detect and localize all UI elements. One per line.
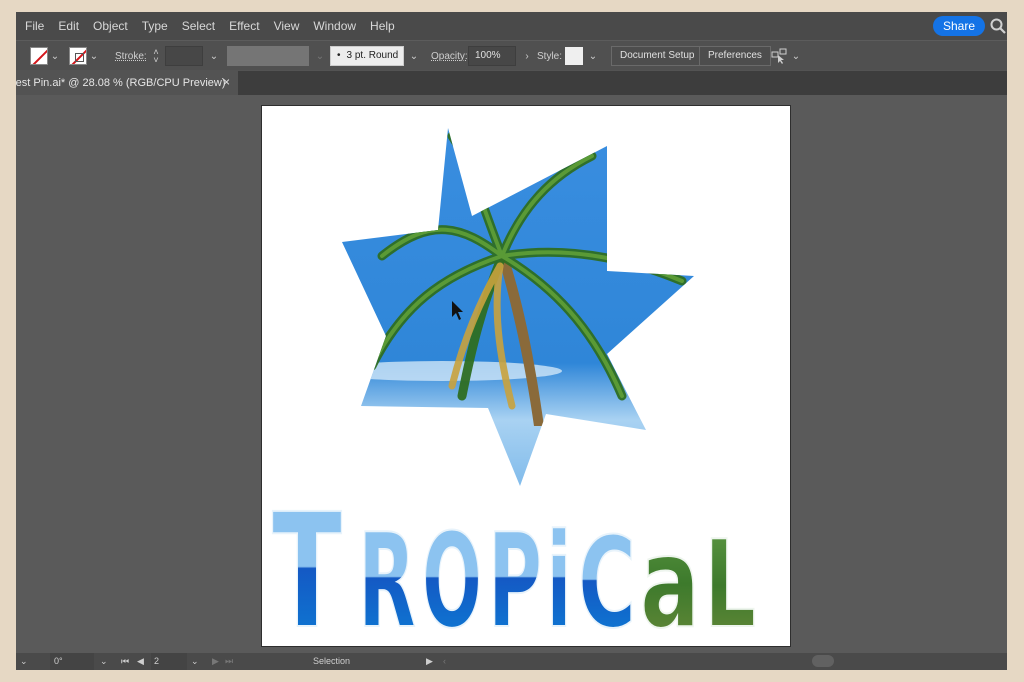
artboard-number-field[interactable]: 2 [151,653,187,670]
style-dropdown-icon[interactable]: ⌄ [586,51,600,62]
menu-help[interactable]: Help [363,12,402,40]
headline-letter-i: i [546,505,572,646]
stroke-label[interactable]: Stroke: [115,51,147,62]
document-tab-bar: rest Pin.ai* @ 28.08 % (RGB/CPU Preview)… [16,71,1007,95]
next-artboard-icon[interactable]: ▶ [212,653,219,670]
rotate-dropdown-icon[interactable]: ⌄ [100,653,108,670]
artboard[interactable]: T R O P i C a L [262,106,790,646]
menu-object[interactable]: Object [86,12,135,40]
illustrator-window: File Edit Object Type Select Effect View… [16,12,1007,670]
headline-letter-r: R [358,505,416,646]
brush-bullet-icon: • [337,50,341,61]
opacity-input[interactable]: 100% [468,46,516,66]
document-tab[interactable]: rest Pin.ai* @ 28.08 % (RGB/CPU Preview)… [16,71,238,95]
headline-letter-t: T [272,480,342,646]
menu-type[interactable]: Type [135,12,175,40]
canvas-area[interactable]: T R O P i C a L [16,95,1007,653]
menu-edit[interactable]: Edit [51,12,86,40]
tropical-headline[interactable]: T R O P i C a L [262,466,790,646]
headline-letter-a: a [640,511,700,646]
scroll-left-icon[interactable]: ‹ [443,653,446,670]
menu-effect[interactable]: Effect [222,12,266,40]
arrange-dropdown-icon[interactable]: ⌄ [789,51,803,62]
stroke-swatch[interactable] [69,47,87,65]
star-palm-image[interactable] [262,106,790,506]
menu-select[interactable]: Select [175,12,222,40]
style-label: Style: [537,50,563,62]
search-icon[interactable] [989,17,1007,35]
document-setup-button[interactable]: Document Setup [611,46,704,66]
stroke-weight-dropdown-icon[interactable]: ⌄ [207,51,221,62]
headline-letter-p: P [488,505,542,646]
stroke-weight-stepper-icon[interactable]: ˄ ˅ [149,48,163,65]
profile-dropdown-icon[interactable]: ⌄ [313,51,327,62]
fill-swatch[interactable] [30,47,48,65]
previous-artboard-icon[interactable]: ◀ [137,653,144,670]
menu-bar: File Edit Object Type Select Effect View… [16,12,1007,40]
headline-letter-c: C [578,511,636,646]
brush-dropdown-icon[interactable]: ⌄ [407,51,421,62]
share-button[interactable]: Share [932,16,985,36]
arrange-documents-icon[interactable] [771,48,789,64]
document-tab-title: rest Pin.ai* @ 28.08 % (RGB/CPU Preview) [16,77,226,89]
stroke-weight-input[interactable] [165,46,203,66]
menu-view[interactable]: View [267,12,307,40]
control-bar: ⌄ ⌄ Stroke: ˄ ˅ ⌄ ⌄ • 3 pt. Round ⌄ Opaci… [16,40,1007,70]
brush-value: 3 pt. Round [346,50,399,61]
graphic-style-swatch[interactable] [565,47,583,65]
zoom-dropdown-icon[interactable]: ⌄ [20,653,28,670]
status-menu-icon[interactable]: ▶ [426,653,433,670]
preferences-button[interactable]: Preferences [699,46,771,66]
opacity-label[interactable]: Opacity: [431,51,468,62]
first-artboard-icon[interactable]: ⏮ [121,653,129,670]
horizontal-scrollbar-thumb[interactable] [812,655,834,667]
menu-file[interactable]: File [16,12,51,40]
close-tab-icon[interactable]: × [223,75,230,89]
artboard-dropdown-icon[interactable]: ⌄ [191,653,199,670]
status-bar: ⌄ 0° ⌄ ⏮ ◀ 2 ⌄ ▶ ⏭ Selection ▶ ‹ [16,653,1007,670]
brush-definition-field[interactable]: • 3 pt. Round [330,46,404,66]
opacity-expand-icon[interactable]: › [520,51,534,62]
menu-window[interactable]: Window [306,12,363,40]
headline-letter-o: O [422,505,482,646]
fill-dropdown-chevron-icon[interactable]: ⌄ [48,51,62,62]
last-artboard-icon[interactable]: ⏭ [225,653,233,670]
rotate-view-field[interactable]: 0° [50,653,94,670]
headline-letter-l: L [704,516,756,646]
variable-width-profile[interactable] [227,46,309,66]
current-tool-label[interactable]: Selection [313,653,350,670]
stroke-dropdown-chevron-icon[interactable]: ⌄ [87,51,101,62]
